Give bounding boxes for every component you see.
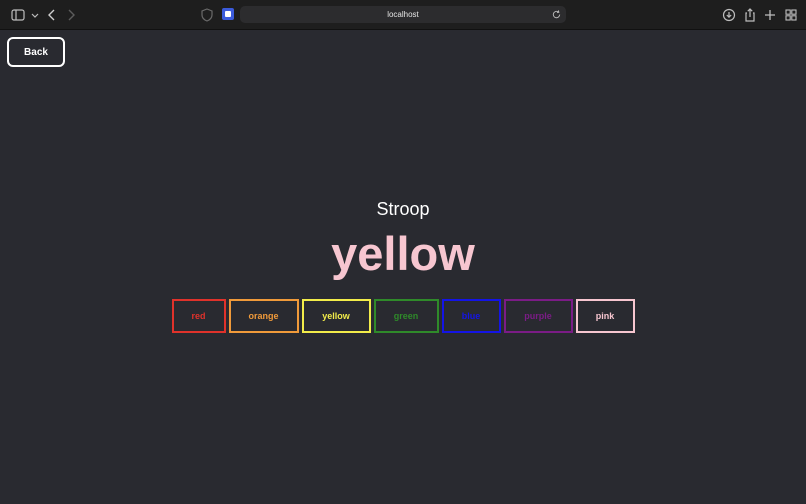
extension-icon[interactable] — [222, 8, 234, 20]
new-tab-icon[interactable] — [762, 7, 778, 23]
address-bar[interactable]: localhost — [240, 6, 566, 23]
share-icon[interactable] — [742, 7, 758, 23]
chevron-down-icon[interactable] — [27, 7, 39, 23]
choice-button-red[interactable]: red — [171, 299, 226, 333]
choice-button-orange[interactable]: orange — [228, 299, 299, 333]
url-text: localhost — [387, 10, 419, 19]
sidebar-toggle-icon[interactable] — [10, 7, 26, 23]
choice-button-blue[interactable]: blue — [441, 299, 501, 333]
page-title: Stroop — [376, 199, 430, 219]
download-icon[interactable] — [721, 7, 737, 23]
reload-icon[interactable] — [551, 9, 562, 20]
shield-icon[interactable] — [199, 7, 215, 23]
browser-toolbar: localhost — [0, 0, 806, 30]
choice-button-purple[interactable]: purple — [503, 299, 573, 333]
tab-overview-icon[interactable] — [783, 7, 799, 23]
choice-button-pink[interactable]: pink — [575, 299, 635, 333]
choice-button-green[interactable]: green — [373, 299, 439, 333]
stroop-word: yellow — [331, 227, 475, 280]
back-button[interactable]: Back — [7, 37, 65, 67]
forward-arrow-icon[interactable] — [63, 7, 79, 23]
choice-button-yellow[interactable]: yellow — [301, 299, 371, 333]
color-choice-row: red orange yellow green blue purple pink — [0, 299, 806, 333]
back-arrow-icon[interactable] — [44, 7, 60, 23]
